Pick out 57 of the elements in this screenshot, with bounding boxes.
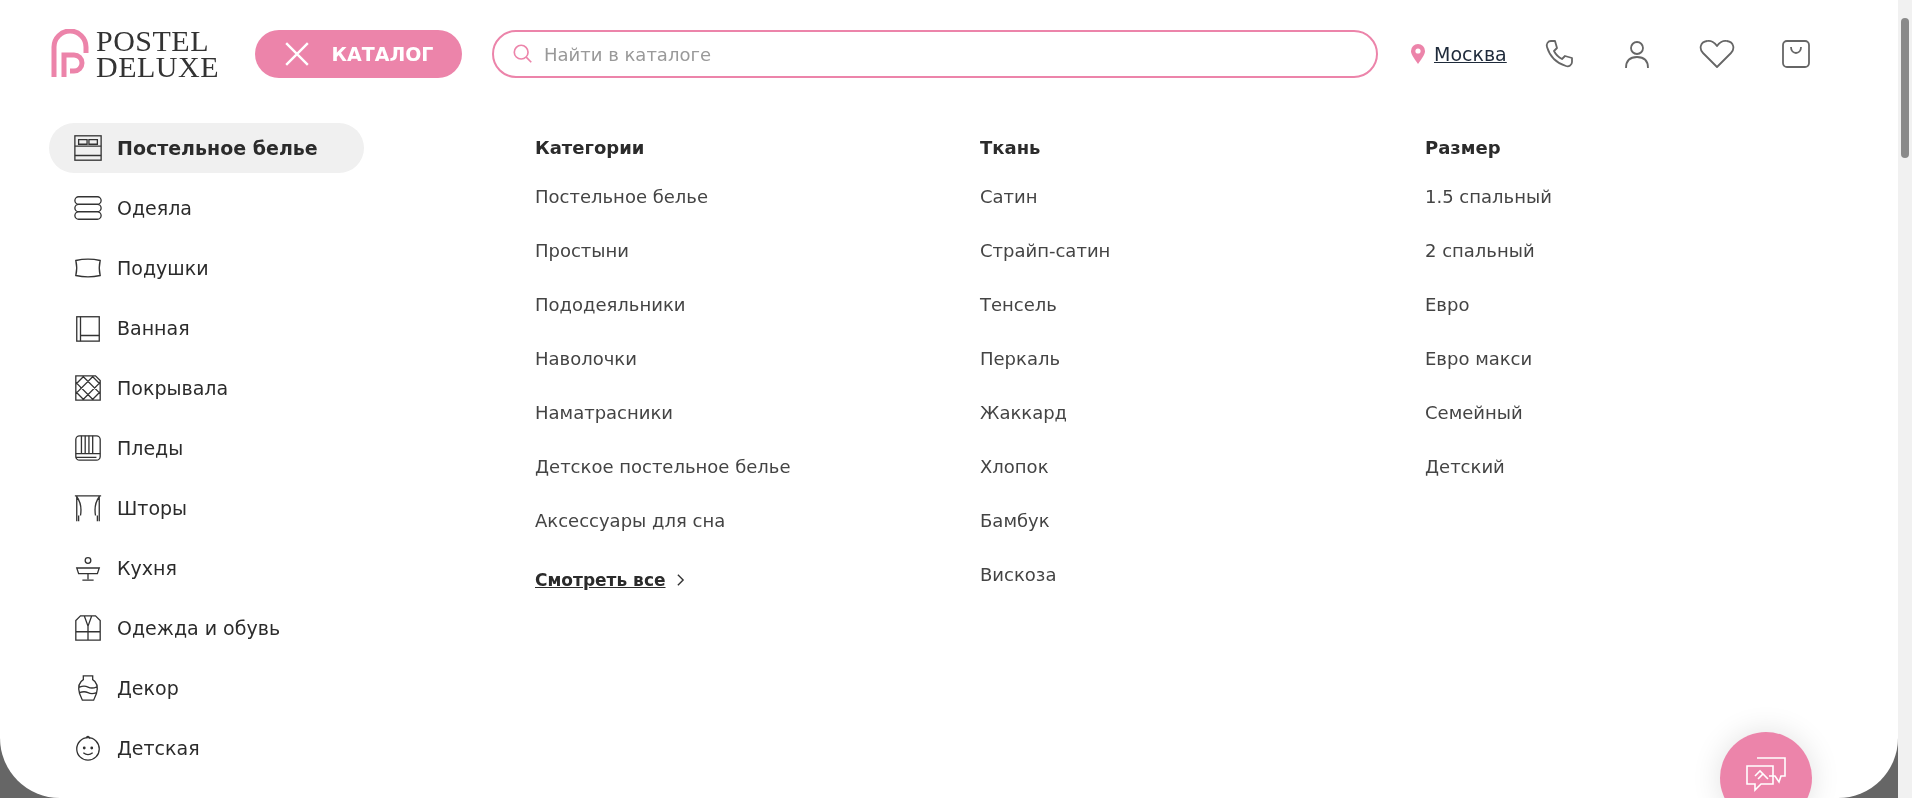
column-heading: Размер: [1425, 137, 1501, 158]
menu-link[interactable]: Бамбук: [980, 510, 1050, 564]
menu-link[interactable]: Жаккард: [980, 402, 1068, 456]
sidebar-item[interactable]: Пледы: [49, 423, 364, 473]
scrollbar[interactable]: [1898, 0, 1912, 798]
menu-link[interactable]: Аксессуары для сна: [535, 510, 726, 564]
sidebar-item[interactable]: Декор: [49, 663, 364, 713]
menu-link[interactable]: Евро: [1425, 294, 1470, 348]
sidebar-item[interactable]: Подушки: [49, 243, 364, 293]
menu-link[interactable]: Детское постельное белье: [535, 456, 791, 510]
column-heading: Ткань: [980, 137, 1041, 158]
sidebar-item[interactable]: Кухня: [49, 543, 364, 593]
menu-link[interactable]: Семейный: [1425, 402, 1523, 456]
sidebar-item[interactable]: Шторы: [49, 483, 364, 533]
sidebar-item[interactable]: Детская: [49, 723, 364, 773]
logo[interactable]: POSTEL DELUXE: [50, 28, 219, 80]
towel-icon: [73, 313, 103, 343]
robe-icon: [73, 613, 103, 643]
rolled-blanket-icon: [73, 433, 103, 463]
close-icon: [283, 41, 310, 67]
menu-link[interactable]: Страйп-сатин: [980, 240, 1111, 294]
search-field[interactable]: Найти в каталоге: [492, 30, 1378, 78]
column-heading: Категории: [535, 137, 645, 158]
menu-link[interactable]: Хлопок: [980, 456, 1049, 510]
logo-text: POSTEL: [96, 28, 210, 54]
quilt-icon: [73, 373, 103, 403]
menu-link[interactable]: Евро макси: [1425, 348, 1533, 402]
menu-link[interactable]: Детский: [1425, 456, 1505, 510]
menu-link[interactable]: Наматрасники: [535, 402, 674, 456]
logo-mark-icon: [50, 29, 90, 79]
menu-link[interactable]: 1.5 спальный: [1425, 186, 1552, 240]
menu-link[interactable]: Вискоза: [980, 564, 1057, 618]
menu-link[interactable]: Сатин: [980, 186, 1038, 240]
baby-face-icon: [73, 733, 103, 763]
search-icon: [512, 43, 534, 65]
sidebar-item[interactable]: Постельное белье: [49, 123, 364, 173]
menu-link[interactable]: 2 спальный: [1425, 240, 1535, 294]
location-pin-icon: [1410, 43, 1426, 65]
sidebar-item[interactable]: Покрывала: [49, 363, 364, 413]
sidebar-item[interactable]: Одеяла: [49, 183, 364, 233]
menu-link[interactable]: Тенсель: [980, 294, 1057, 348]
menu-link[interactable]: Перкаль: [980, 348, 1061, 402]
logo-text: DELUXE: [96, 54, 219, 80]
menu-link[interactable]: Постельное белье: [535, 186, 709, 240]
shopping-bag-icon[interactable]: [1780, 39, 1811, 69]
chevron-right-icon: [675, 573, 685, 587]
curtain-icon: [73, 493, 103, 523]
bed-icon: [73, 133, 103, 163]
menu-link[interactable]: Наволочки: [535, 348, 637, 402]
menu-link[interactable]: Пододеяльники: [535, 294, 686, 348]
menu-link[interactable]: Простыни: [535, 240, 630, 294]
sidebar-item[interactable]: Одежда и обувь: [49, 603, 364, 653]
sidebar-item[interactable]: Ванная: [49, 303, 364, 353]
city-link[interactable]: Москва: [1434, 43, 1507, 65]
see-all-link[interactable]: Смотреть все: [535, 570, 685, 590]
folded-blanket-icon: [73, 193, 103, 223]
heart-icon[interactable]: [1698, 38, 1735, 70]
